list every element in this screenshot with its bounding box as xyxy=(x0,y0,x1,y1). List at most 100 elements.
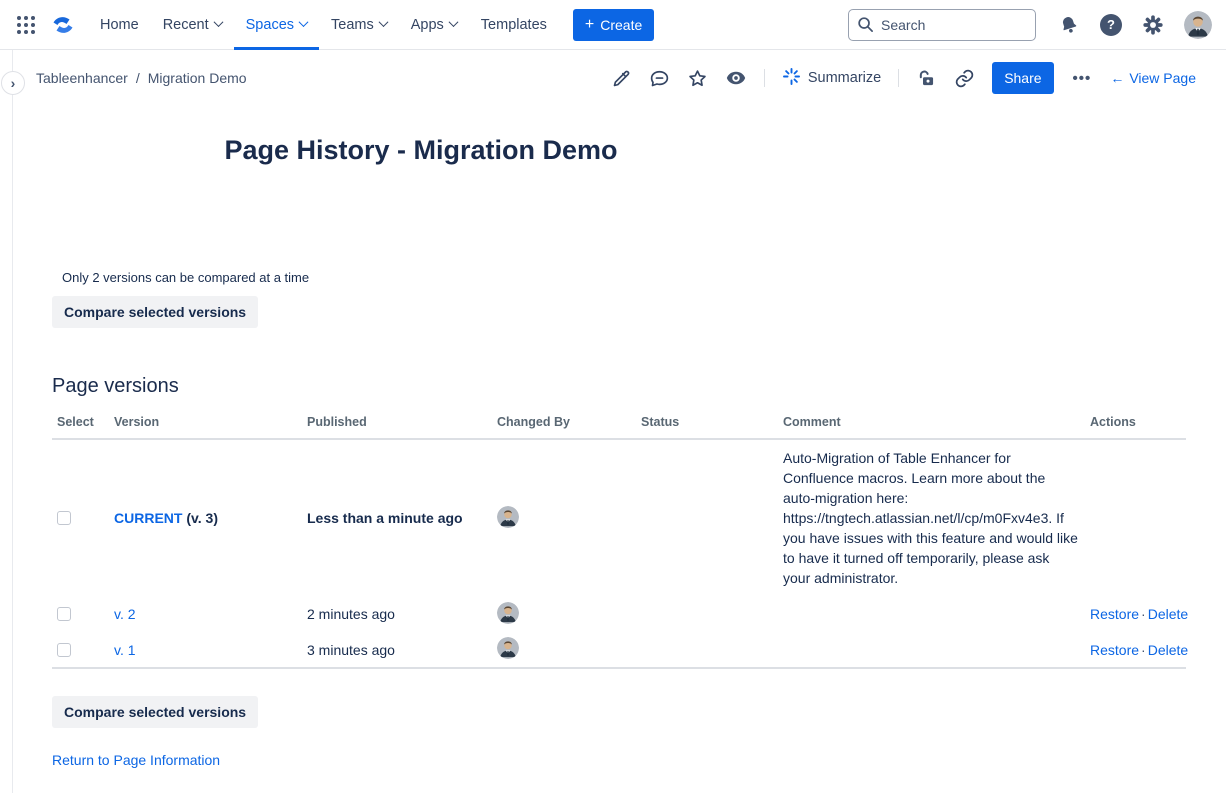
action-separator: · xyxy=(1139,606,1148,622)
expand-sidebar-button[interactable]: › xyxy=(1,71,25,95)
chevron-down-icon xyxy=(448,17,458,27)
primary-nav: Home Recent Spaces Teams Apps Templates xyxy=(88,0,559,50)
nav-item-spaces[interactable]: Spaces xyxy=(234,0,319,50)
nav-item-recent[interactable]: Recent xyxy=(151,0,234,50)
table-row-v1: v. 1 3 minutes ago xyxy=(52,632,1186,668)
toolbar-divider xyxy=(764,69,765,87)
app-switcher-icon[interactable] xyxy=(12,11,40,39)
page-title: Page History - Migration Demo xyxy=(52,135,790,166)
nav-item-teams[interactable]: Teams xyxy=(319,0,399,50)
header-actions: Actions xyxy=(1090,409,1186,439)
help-icon[interactable]: ? xyxy=(1100,14,1122,36)
page-versions-heading: Page versions xyxy=(52,375,1226,398)
actions-cell: Restore·Delete xyxy=(1090,596,1186,632)
version-link[interactable]: v. 2 xyxy=(114,606,136,622)
page-toolbar: Summarize Share ••• ← View Page xyxy=(611,62,1196,94)
breadcrumb-page-link[interactable]: Migration Demo xyxy=(148,70,247,86)
chevron-down-icon xyxy=(299,17,309,27)
nav-item-label: Apps xyxy=(411,17,444,33)
status-cell xyxy=(641,596,783,632)
published-cell: 2 minutes ago xyxy=(307,596,497,632)
comment-cell xyxy=(783,632,1090,668)
page-history-content: Page History - Migration Demo Only 2 ver… xyxy=(0,135,1226,770)
nav-item-label: Templates xyxy=(481,17,547,33)
version-checkbox[interactable] xyxy=(57,607,71,621)
nav-item-label: Home xyxy=(100,17,139,33)
more-actions-icon[interactable]: ••• xyxy=(1071,70,1094,87)
share-button[interactable]: Share xyxy=(992,62,1053,94)
view-page-link[interactable]: ← View Page xyxy=(1110,70,1196,86)
nav-item-label: Teams xyxy=(331,17,374,33)
notifications-bell-icon[interactable] xyxy=(1058,14,1080,36)
breadcrumb-space-link[interactable]: Tableenhancer xyxy=(36,70,128,86)
search-input[interactable] xyxy=(848,9,1036,41)
nav-item-home[interactable]: Home xyxy=(88,0,151,50)
breadcrumb-toolbar-row: Tableenhancer / Migration Demo xyxy=(0,50,1226,106)
settings-gear-icon[interactable] xyxy=(1142,14,1164,36)
changed-by-avatar xyxy=(497,602,519,624)
header-published: Published xyxy=(307,409,497,439)
restore-link[interactable]: Restore xyxy=(1090,606,1139,622)
table-row-current: CURRENT (v. 3) Less than a minute ago xyxy=(52,439,1186,596)
action-separator: · xyxy=(1139,642,1148,658)
nav-item-templates[interactable]: Templates xyxy=(469,0,559,50)
version-checkbox[interactable] xyxy=(57,643,71,657)
user-avatar[interactable] xyxy=(1184,11,1212,39)
comment-icon[interactable] xyxy=(649,68,670,89)
version-link[interactable]: CURRENT xyxy=(114,510,182,526)
delete-link[interactable]: Delete xyxy=(1148,606,1188,622)
search-icon xyxy=(857,16,874,38)
actions-cell xyxy=(1090,439,1186,596)
published-cell: 3 minutes ago xyxy=(307,632,497,668)
chevron-down-icon xyxy=(213,17,223,27)
ellipsis-glyph: ••• xyxy=(1073,70,1092,87)
edit-icon[interactable] xyxy=(611,68,632,89)
header-version: Version xyxy=(114,409,307,439)
version-checkbox[interactable] xyxy=(57,511,71,525)
changed-by-avatar xyxy=(497,506,519,528)
create-button[interactable]: + Create xyxy=(573,9,654,41)
table-header: Select Version Published Changed By Stat… xyxy=(52,409,1186,439)
breadcrumb-separator: / xyxy=(136,70,140,86)
arrow-left-icon: ← xyxy=(1110,70,1124,86)
star-icon[interactable] xyxy=(687,68,708,89)
header-changed-by: Changed By xyxy=(497,409,641,439)
status-cell xyxy=(641,632,783,668)
share-label: Share xyxy=(1004,70,1041,86)
summarize-label: Summarize xyxy=(808,70,881,86)
summarize-button[interactable]: Summarize xyxy=(782,67,881,90)
changed-by-avatar xyxy=(497,637,519,659)
version-link[interactable]: v. 1 xyxy=(114,642,136,658)
top-navbar: Home Recent Spaces Teams Apps Templates … xyxy=(0,0,1226,50)
comment-cell xyxy=(783,596,1090,632)
nav-item-label: Recent xyxy=(163,17,209,33)
published-cell: Less than a minute ago xyxy=(307,439,497,596)
header-select: Select xyxy=(52,409,114,439)
confluence-logo-icon[interactable] xyxy=(48,11,78,39)
compare-selected-versions-button-bottom[interactable]: Compare selected versions xyxy=(52,696,258,728)
version-suffix: (v. 3) xyxy=(182,510,218,526)
copy-link-icon[interactable] xyxy=(954,68,975,89)
page-versions-table: Select Version Published Changed By Stat… xyxy=(52,409,1186,669)
view-page-label: View Page xyxy=(1129,70,1196,86)
restore-link[interactable]: Restore xyxy=(1090,642,1139,658)
breadcrumb: Tableenhancer / Migration Demo xyxy=(36,70,247,86)
search xyxy=(848,9,1036,41)
nav-item-label: Spaces xyxy=(246,17,294,33)
navbar-right-cluster: ? xyxy=(1058,11,1212,39)
nav-item-apps[interactable]: Apps xyxy=(399,0,469,50)
toolbar-divider xyxy=(898,69,899,87)
unlock-icon[interactable] xyxy=(916,68,937,89)
comment-cell: Auto-Migration of Table Enhancer for Con… xyxy=(783,439,1090,596)
question-mark-glyph: ? xyxy=(1107,17,1115,32)
compare-note: Only 2 versions can be compared at a tim… xyxy=(62,270,1226,285)
plus-icon: + xyxy=(585,17,594,33)
create-button-label: Create xyxy=(600,17,642,33)
chevron-right-icon: › xyxy=(11,75,16,91)
return-to-page-information-link[interactable]: Return to Page Information xyxy=(52,752,220,768)
delete-link[interactable]: Delete xyxy=(1148,642,1188,658)
compare-selected-versions-button-top[interactable]: Compare selected versions xyxy=(52,296,258,328)
page-title-wrap: Page History - Migration Demo xyxy=(52,135,790,166)
header-comment: Comment xyxy=(783,409,1090,439)
watch-eye-icon[interactable] xyxy=(725,67,747,89)
